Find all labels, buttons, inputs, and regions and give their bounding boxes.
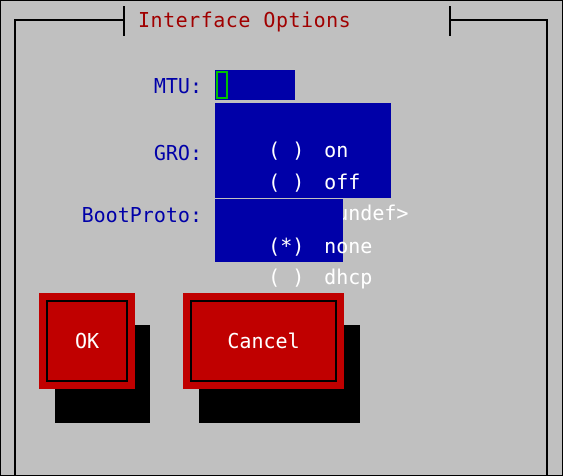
box-border-left [14, 19, 16, 476]
bootproto-option-dhcp[interactable]: ( ) dhcp [220, 231, 372, 289]
gro-option-off[interactable]: ( ) off [220, 136, 360, 194]
gro-option-undef[interactable]: (*)<undef> [220, 167, 408, 225]
ok-button[interactable]: OK [39, 293, 135, 389]
text-cursor [216, 71, 228, 99]
title-divider-left [123, 6, 125, 36]
bootproto-label: BootProto: [81, 203, 202, 227]
box-border-top-right [449, 19, 548, 21]
title-divider-right [449, 6, 451, 36]
box-border-right [546, 19, 548, 476]
bootproto-option-none[interactable]: (*) none [220, 200, 372, 258]
radio-label: dhcp [324, 265, 373, 289]
dialog-title: Interface Options [138, 8, 352, 32]
screen: Interface Options MTU: GRO: ( ) on ( ) off… [0, 0, 563, 476]
box-border-top-left [14, 19, 125, 21]
radio-mark: ( ) [268, 265, 305, 289]
gro-label: GRO: [153, 141, 202, 165]
mtu-label: MTU: [153, 74, 202, 98]
cancel-button-label: Cancel [190, 300, 337, 382]
cancel-button[interactable]: Cancel [183, 293, 344, 389]
gro-option-on[interactable]: ( ) on [220, 104, 348, 162]
ok-button-label: OK [46, 300, 128, 382]
